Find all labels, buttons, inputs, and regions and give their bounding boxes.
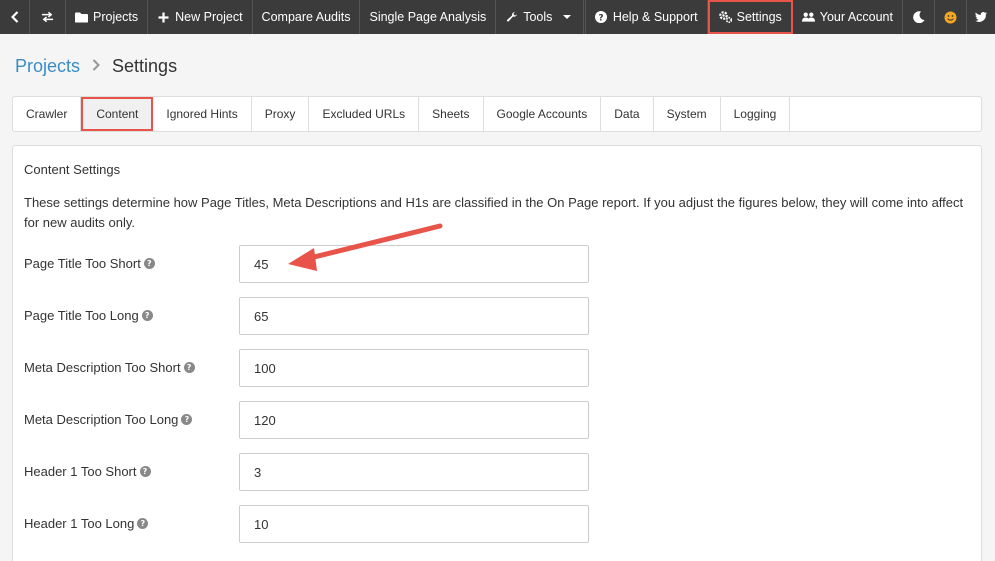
panel-description: These settings determine how Page Titles… bbox=[24, 195, 964, 230]
users-icon bbox=[801, 11, 815, 24]
meta-description-too-short-input[interactable] bbox=[239, 349, 589, 387]
field-label-text: Meta Description Too Short bbox=[24, 360, 181, 375]
field-label-text: Meta Description Too Long bbox=[24, 412, 179, 427]
chevron-left-icon bbox=[9, 11, 20, 24]
nav-help-support-label: Help & Support bbox=[612, 10, 698, 24]
field-label-meta-description-too-long: Meta Description Too Long ? bbox=[24, 412, 193, 427]
meta-description-too-long-input[interactable] bbox=[239, 401, 589, 439]
field-label-text: Header 1 Too Short bbox=[24, 464, 137, 479]
tab-crawler[interactable]: Crawler bbox=[13, 97, 82, 131]
header-1-too-short-input[interactable] bbox=[239, 453, 589, 491]
question-circle-icon[interactable]: ? bbox=[141, 310, 153, 321]
nav-new-project-label: New Project bbox=[175, 10, 243, 24]
moon-icon bbox=[912, 11, 925, 24]
tab-data[interactable]: Data bbox=[601, 97, 654, 131]
chevron-right-icon bbox=[92, 58, 100, 75]
nav-help-support[interactable]: ? Help & Support bbox=[586, 0, 708, 34]
twitter-icon bbox=[975, 11, 987, 24]
nav-your-account-label: Your Account bbox=[819, 10, 893, 24]
gears-icon bbox=[718, 11, 732, 24]
tab-google-accounts[interactable]: Google Accounts bbox=[484, 97, 602, 131]
question-circle-icon: ? bbox=[595, 11, 608, 24]
tab-sheets[interactable]: Sheets bbox=[419, 97, 484, 131]
tab-content[interactable]: Content bbox=[81, 97, 154, 131]
nav-compare-audits[interactable]: Compare Audits bbox=[253, 0, 361, 34]
breadcrumb: Projects Settings bbox=[15, 56, 177, 77]
nav-single-page-analysis-label: Single Page Analysis bbox=[369, 10, 487, 24]
twitter-button[interactable] bbox=[967, 0, 995, 34]
nav-tools-dropdown[interactable]: Tools bbox=[496, 0, 585, 34]
swap-arrows-icon bbox=[41, 11, 54, 24]
chevron-down-icon bbox=[563, 15, 572, 19]
tab-excluded-urls[interactable]: Excluded URLs bbox=[309, 97, 420, 131]
theme-toggle-button[interactable] bbox=[903, 0, 935, 34]
content-settings-panel: Content Settings These settings determin… bbox=[12, 145, 982, 561]
question-circle-icon[interactable]: ? bbox=[183, 362, 195, 373]
nav-compare-audits-label: Compare Audits bbox=[261, 10, 351, 24]
back-button[interactable] bbox=[0, 0, 30, 34]
question-circle-icon[interactable]: ? bbox=[143, 258, 155, 269]
settings-tabs: Crawler Content Ignored Hints Proxy Excl… bbox=[12, 96, 982, 132]
tab-proxy[interactable]: Proxy bbox=[252, 97, 310, 131]
field-label-text: Page Title Too Long bbox=[24, 308, 139, 323]
field-label-meta-description-too-short: Meta Description Too Short ? bbox=[24, 360, 195, 375]
tab-system[interactable]: System bbox=[654, 97, 721, 131]
folder-icon bbox=[75, 11, 88, 24]
tab-logging[interactable]: Logging bbox=[721, 97, 791, 131]
swap-button[interactable] bbox=[30, 0, 66, 34]
nav-single-page-analysis[interactable]: Single Page Analysis bbox=[360, 0, 497, 34]
nav-tools-label: Tools bbox=[523, 10, 553, 24]
field-label-header-1-too-short: Header 1 Too Short ? bbox=[24, 464, 151, 479]
nav-settings-label: Settings bbox=[736, 10, 782, 24]
wrench-icon bbox=[505, 11, 518, 24]
page-title-too-short-input[interactable] bbox=[239, 245, 589, 283]
nav-your-account[interactable]: Your Account bbox=[793, 0, 903, 34]
panel-title: Content Settings bbox=[24, 162, 121, 177]
nav-projects-label: Projects bbox=[93, 10, 139, 24]
breadcrumb-projects-link[interactable]: Projects bbox=[15, 56, 80, 77]
field-label-header-1-too-long: Header 1 Too Long ? bbox=[24, 516, 149, 531]
plus-icon bbox=[157, 11, 170, 24]
svg-text:?: ? bbox=[599, 14, 604, 24]
emoji-button[interactable] bbox=[935, 0, 967, 34]
field-label-text: Page Title Too Short bbox=[24, 256, 141, 271]
page-title-too-long-input[interactable] bbox=[239, 297, 589, 335]
field-label-page-title-too-short: Page Title Too Short ? bbox=[24, 256, 155, 271]
tab-ignored-hints[interactable]: Ignored Hints bbox=[153, 97, 252, 131]
question-circle-icon[interactable]: ? bbox=[181, 414, 193, 425]
field-label-page-title-too-long: Page Title Too Long ? bbox=[24, 308, 153, 323]
question-circle-icon[interactable]: ? bbox=[139, 466, 151, 477]
smiley-icon bbox=[944, 11, 957, 24]
question-circle-icon[interactable]: ? bbox=[137, 518, 149, 529]
top-navbar: Projects New Project Compare Audits Sing… bbox=[0, 0, 995, 34]
field-label-text: Header 1 Too Long bbox=[24, 516, 135, 531]
nav-settings[interactable]: Settings bbox=[707, 0, 793, 34]
nav-projects[interactable]: Projects bbox=[66, 0, 149, 34]
nav-new-project[interactable]: New Project bbox=[148, 0, 253, 34]
page-title: Settings bbox=[112, 56, 178, 76]
header-1-too-long-input[interactable] bbox=[239, 505, 589, 543]
